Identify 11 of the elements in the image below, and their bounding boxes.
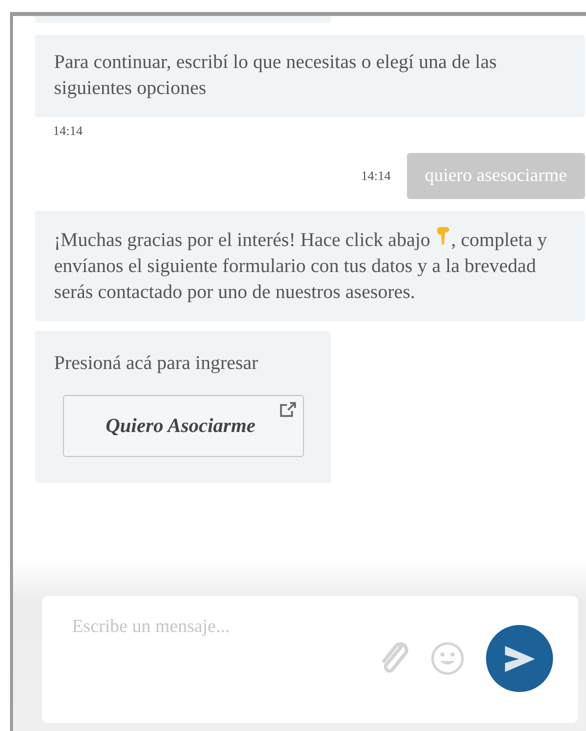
link-button[interactable]: Quiero Asociarme: [63, 394, 304, 456]
message-time: 14:14: [361, 166, 391, 185]
message-text: Presioná acá para ingresar: [54, 352, 260, 376]
message-time: 14:14: [53, 122, 83, 140]
pointing-hand-icon: [435, 226, 452, 246]
send-icon: [502, 644, 536, 674]
external-link-icon: [279, 402, 297, 418]
chat-bubble: Para continuar, escribí lo que necesitas o elegí una de las siguientes opciones: [35, 35, 585, 117]
message-text: ¡Muchas gracias por el interés! Hace click abajo , completa y envíanos el siguiente formulario con tus datos y a la brevedad serás contactado por uno de nuestros asesores.: [54, 230, 547, 302]
emoji-icon[interactable]: [431, 642, 464, 675]
message-input[interactable]: Escribe un mensaje...: [72, 614, 372, 642]
